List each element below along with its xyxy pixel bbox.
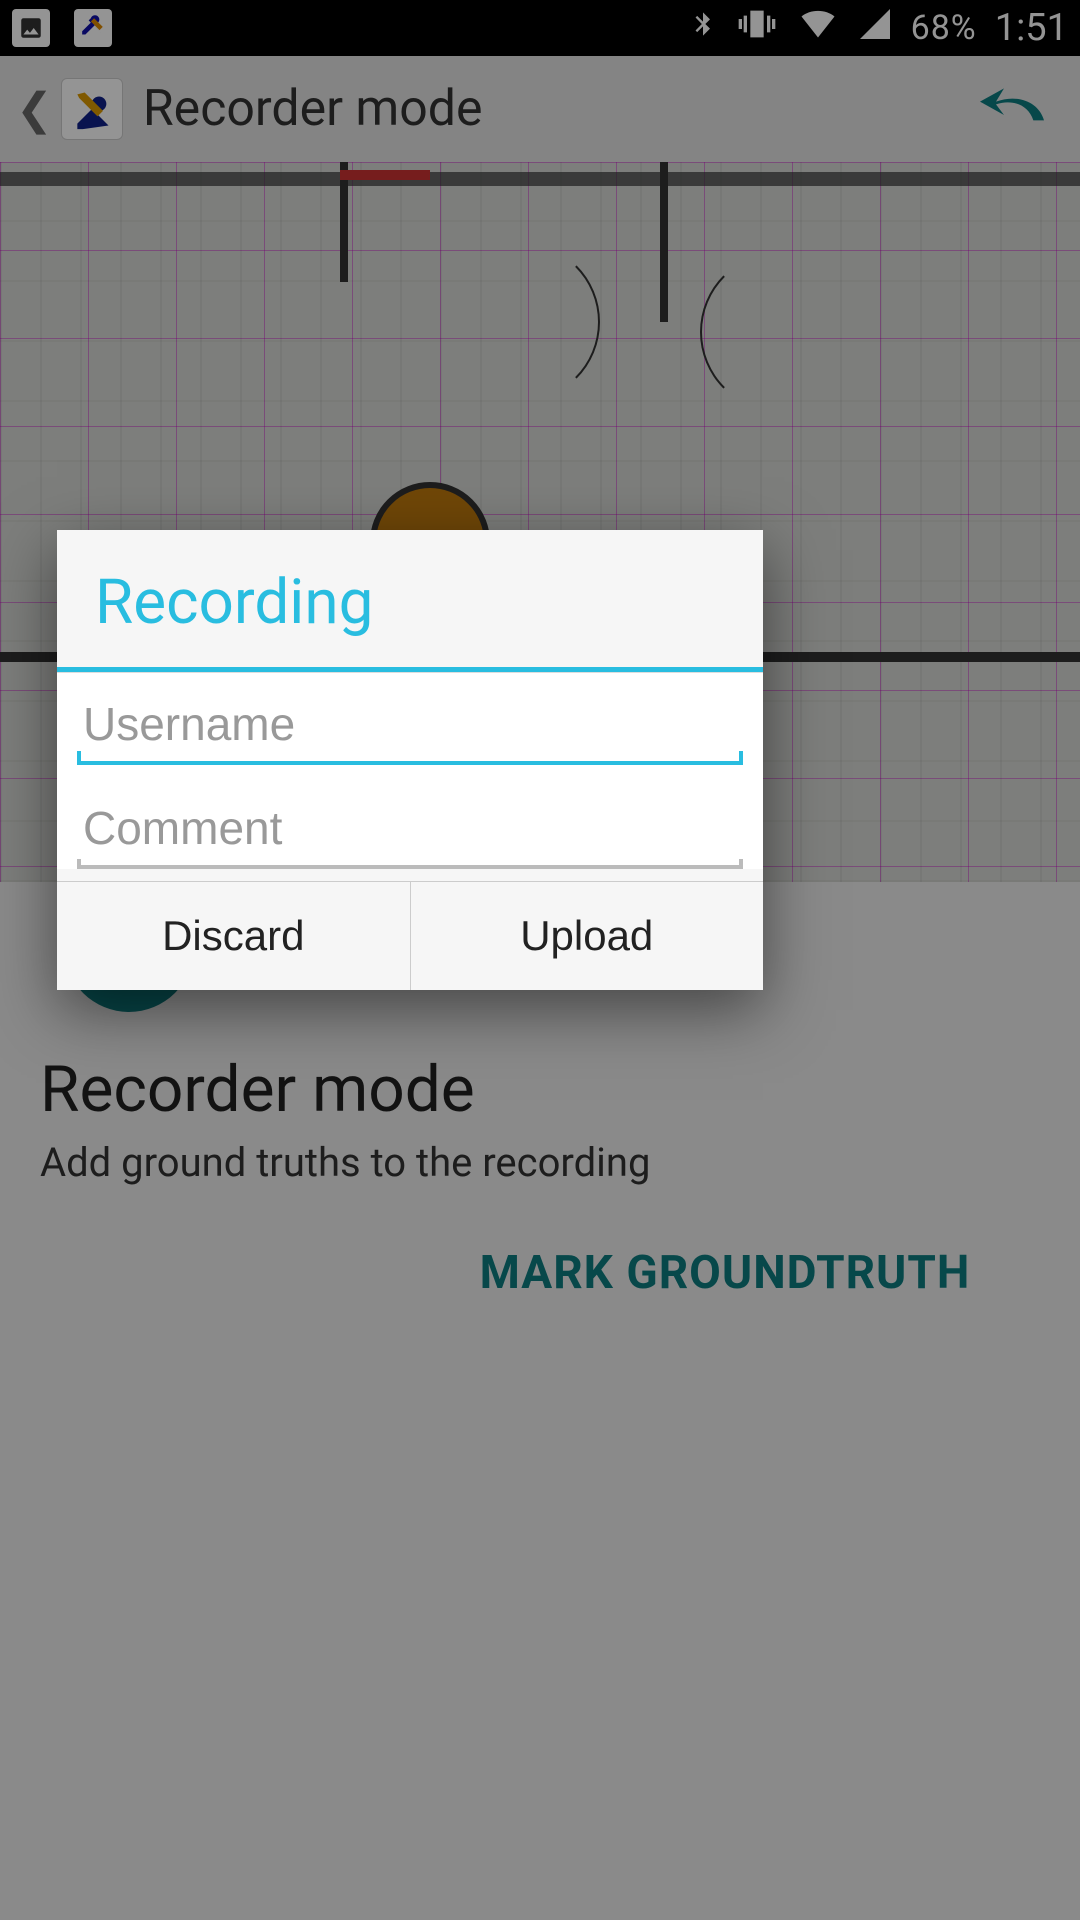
dialog-title: Recording	[57, 530, 763, 667]
dialog-actions: Discard Upload	[57, 881, 763, 990]
discard-button[interactable]: Discard	[57, 882, 411, 990]
comment-underline	[77, 865, 743, 869]
upload-button[interactable]: Upload	[411, 882, 764, 990]
dialog-body	[57, 672, 763, 869]
comment-input[interactable]	[77, 777, 743, 865]
username-input[interactable]	[77, 673, 743, 761]
username-underline	[77, 761, 743, 765]
recording-dialog: Recording Discard Upload	[57, 530, 763, 990]
